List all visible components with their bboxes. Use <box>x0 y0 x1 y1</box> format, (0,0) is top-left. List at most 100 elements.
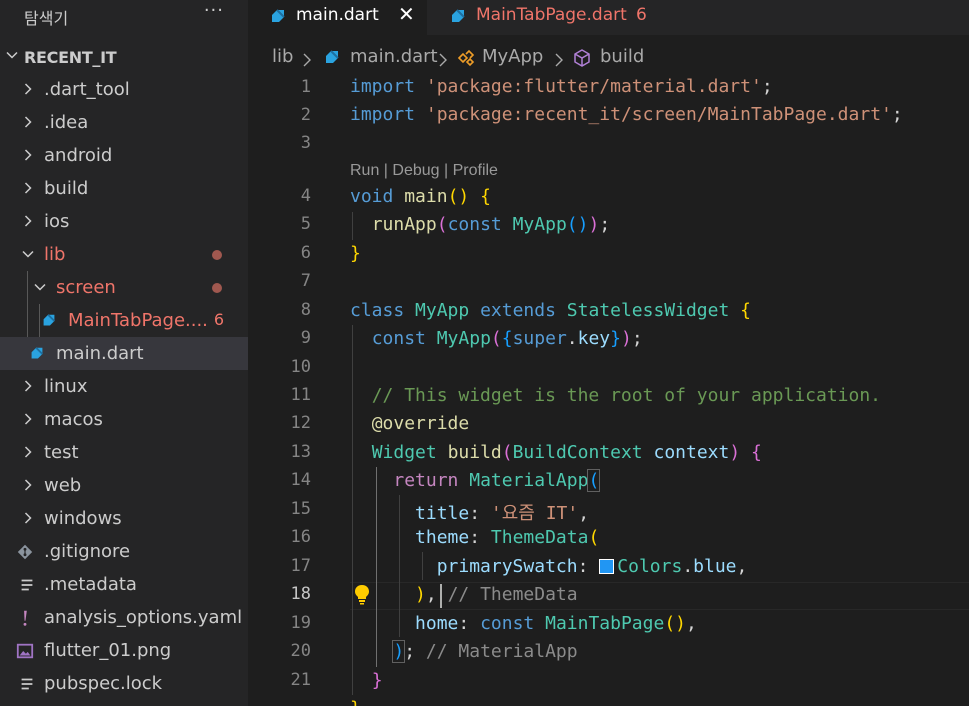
tree-item-metadata[interactable]: .metadata <box>0 568 248 601</box>
text-cursor <box>440 584 442 608</box>
yaml-file-icon <box>23 610 27 626</box>
tree-item-label: pubspec.lock <box>44 673 163 694</box>
git-icon <box>17 544 33 560</box>
tab-label: MainTabPage.dart <box>476 5 627 25</box>
tree-item-label: ios <box>44 211 70 232</box>
more-actions-icon[interactable]: ··· <box>204 0 224 21</box>
code-editor[interactable]: 1 2 3 4 5 6 7 8 9 10 11 12 13 14 15 16 1… <box>248 74 969 706</box>
breadcrumb-item-main-dart[interactable]: main.dart <box>350 46 438 67</box>
explorer-sidebar: 탐색기 ··· RECENT_IT .dart_tool .idea andro… <box>0 0 248 706</box>
line-number: 15 <box>290 499 311 519</box>
dart-file-icon <box>326 50 339 63</box>
line-number: 10 <box>290 357 311 377</box>
chevron-right-icon <box>24 446 32 458</box>
lightbulb-icon[interactable] <box>352 583 372 605</box>
color-swatch-icon[interactable] <box>599 559 615 574</box>
codelens-run-debug-profile[interactable]: Run | Debug | Profile <box>350 162 498 180</box>
chevron-right-icon <box>24 116 32 128</box>
code-line: } <box>371 670 383 691</box>
tree-item-label: web <box>44 475 82 496</box>
tree-item-main-dart[interactable]: main.dart <box>0 337 248 370</box>
chevron-right-icon <box>303 53 311 67</box>
line-number: 7 <box>300 271 311 291</box>
chevron-right-icon <box>24 380 32 392</box>
tree-item-android[interactable]: android <box>0 139 248 172</box>
tree-item-build[interactable]: build <box>0 172 248 205</box>
code-line: Widget build(BuildContext context) { <box>371 442 762 463</box>
tree-item-lib[interactable]: lib <box>0 238 248 271</box>
code-line: void main() { <box>350 186 491 207</box>
code-line: ), // ThemeData <box>415 584 578 605</box>
tree-item-label: windows <box>44 508 122 529</box>
workspace-section-header[interactable]: RECENT_IT <box>0 40 248 73</box>
line-number: 13 <box>290 442 311 462</box>
code-line: const MyApp({super.key}); <box>371 328 643 349</box>
breadcrumb-item-build[interactable]: build <box>600 46 644 67</box>
code-line: import 'package:recent_it/screen/MainTab… <box>350 104 903 125</box>
breadcrumb-item-lib[interactable]: lib <box>272 46 293 67</box>
tree-item-label: .gitignore <box>44 541 131 562</box>
code-line: primarySwatch: Colors.blue, <box>436 556 748 577</box>
line-number: 21 <box>290 670 311 690</box>
tree-item-gitignore[interactable]: .gitignore <box>0 535 248 568</box>
modified-dot-icon <box>212 283 222 293</box>
code-line: class MyApp extends StatelessWidget { <box>350 300 752 321</box>
workspace-title: RECENT_IT <box>24 48 117 67</box>
tree-item-label: build <box>44 178 89 199</box>
tree-item-windows[interactable]: windows <box>0 502 248 535</box>
line-number: 17 <box>290 556 311 576</box>
image-file-icon <box>16 643 34 659</box>
line-number: 14 <box>290 470 311 490</box>
tree-item-pubspec-lock[interactable]: pubspec.lock <box>0 667 248 700</box>
tab-maintabpage-dart[interactable]: MainTabPage.dart 6 <box>428 0 686 35</box>
chevron-right-icon <box>439 53 447 67</box>
tree-item-label: .dart_tool <box>44 79 130 100</box>
line-number: 6 <box>300 243 311 263</box>
tab-main-dart[interactable]: main.dart ✕ <box>248 0 427 35</box>
chevron-down-icon <box>6 51 18 59</box>
tree-item-label: linux <box>44 376 88 397</box>
code-line: runApp(const MyApp()); <box>371 214 611 235</box>
modified-dot-icon <box>212 250 222 260</box>
breadcrumb: lib main.dart MyApp build <box>248 40 969 74</box>
close-icon[interactable]: ✕ <box>398 2 415 26</box>
line-number: 8 <box>300 300 311 320</box>
tree-item-label: .metadata <box>44 574 137 595</box>
chevron-right-icon <box>24 182 32 194</box>
breadcrumb-item-myapp[interactable]: MyApp <box>482 46 543 67</box>
chevron-right-icon <box>24 83 32 95</box>
tree-item-analysis-options[interactable]: analysis_options.yaml <box>0 601 248 634</box>
line-number: 19 <box>290 613 311 633</box>
chevron-down-icon <box>22 250 34 258</box>
tree-item-macos[interactable]: macos <box>0 403 248 436</box>
tree-item-ios[interactable]: ios <box>0 205 248 238</box>
problem-count-badge: 6 <box>213 310 224 329</box>
editor-tab-bar: main.dart ✕ MainTabPage.dart 6 <box>248 0 969 35</box>
tree-item-label: android <box>44 145 113 166</box>
dart-file-icon <box>452 9 465 22</box>
explorer-title: 탐색기 <box>24 9 69 28</box>
tree-item-test[interactable]: test <box>0 436 248 469</box>
method-symbol-icon <box>574 49 590 67</box>
tree-item-linux[interactable]: linux <box>0 370 248 403</box>
chevron-right-icon <box>555 53 563 67</box>
tree-item-label: flutter_01.png <box>44 640 172 661</box>
tree-item-label: lib <box>44 244 66 265</box>
tree-item-label: test <box>44 442 79 463</box>
tree-item-maintabpage[interactable]: MainTabPage.... 6 <box>0 304 248 337</box>
tree-item-label: .idea <box>44 112 89 133</box>
chevron-right-icon <box>24 149 32 161</box>
line-number: 16 <box>290 527 311 547</box>
tree-item-dart-tool[interactable]: .dart_tool <box>0 73 248 106</box>
tree-item-web[interactable]: web <box>0 469 248 502</box>
tree-item-flutter-png[interactable]: flutter_01.png <box>0 634 248 667</box>
line-number: 4 <box>300 186 311 206</box>
chevron-right-icon <box>24 512 32 524</box>
code-line: // This widget is the root of your appli… <box>371 385 882 406</box>
line-number: 12 <box>290 413 311 433</box>
tree-item-idea[interactable]: .idea <box>0 106 248 139</box>
code-line: @override <box>371 413 470 434</box>
code-line: } <box>350 698 361 706</box>
line-number: 2 <box>300 105 311 125</box>
tree-item-screen[interactable]: screen <box>0 271 248 304</box>
